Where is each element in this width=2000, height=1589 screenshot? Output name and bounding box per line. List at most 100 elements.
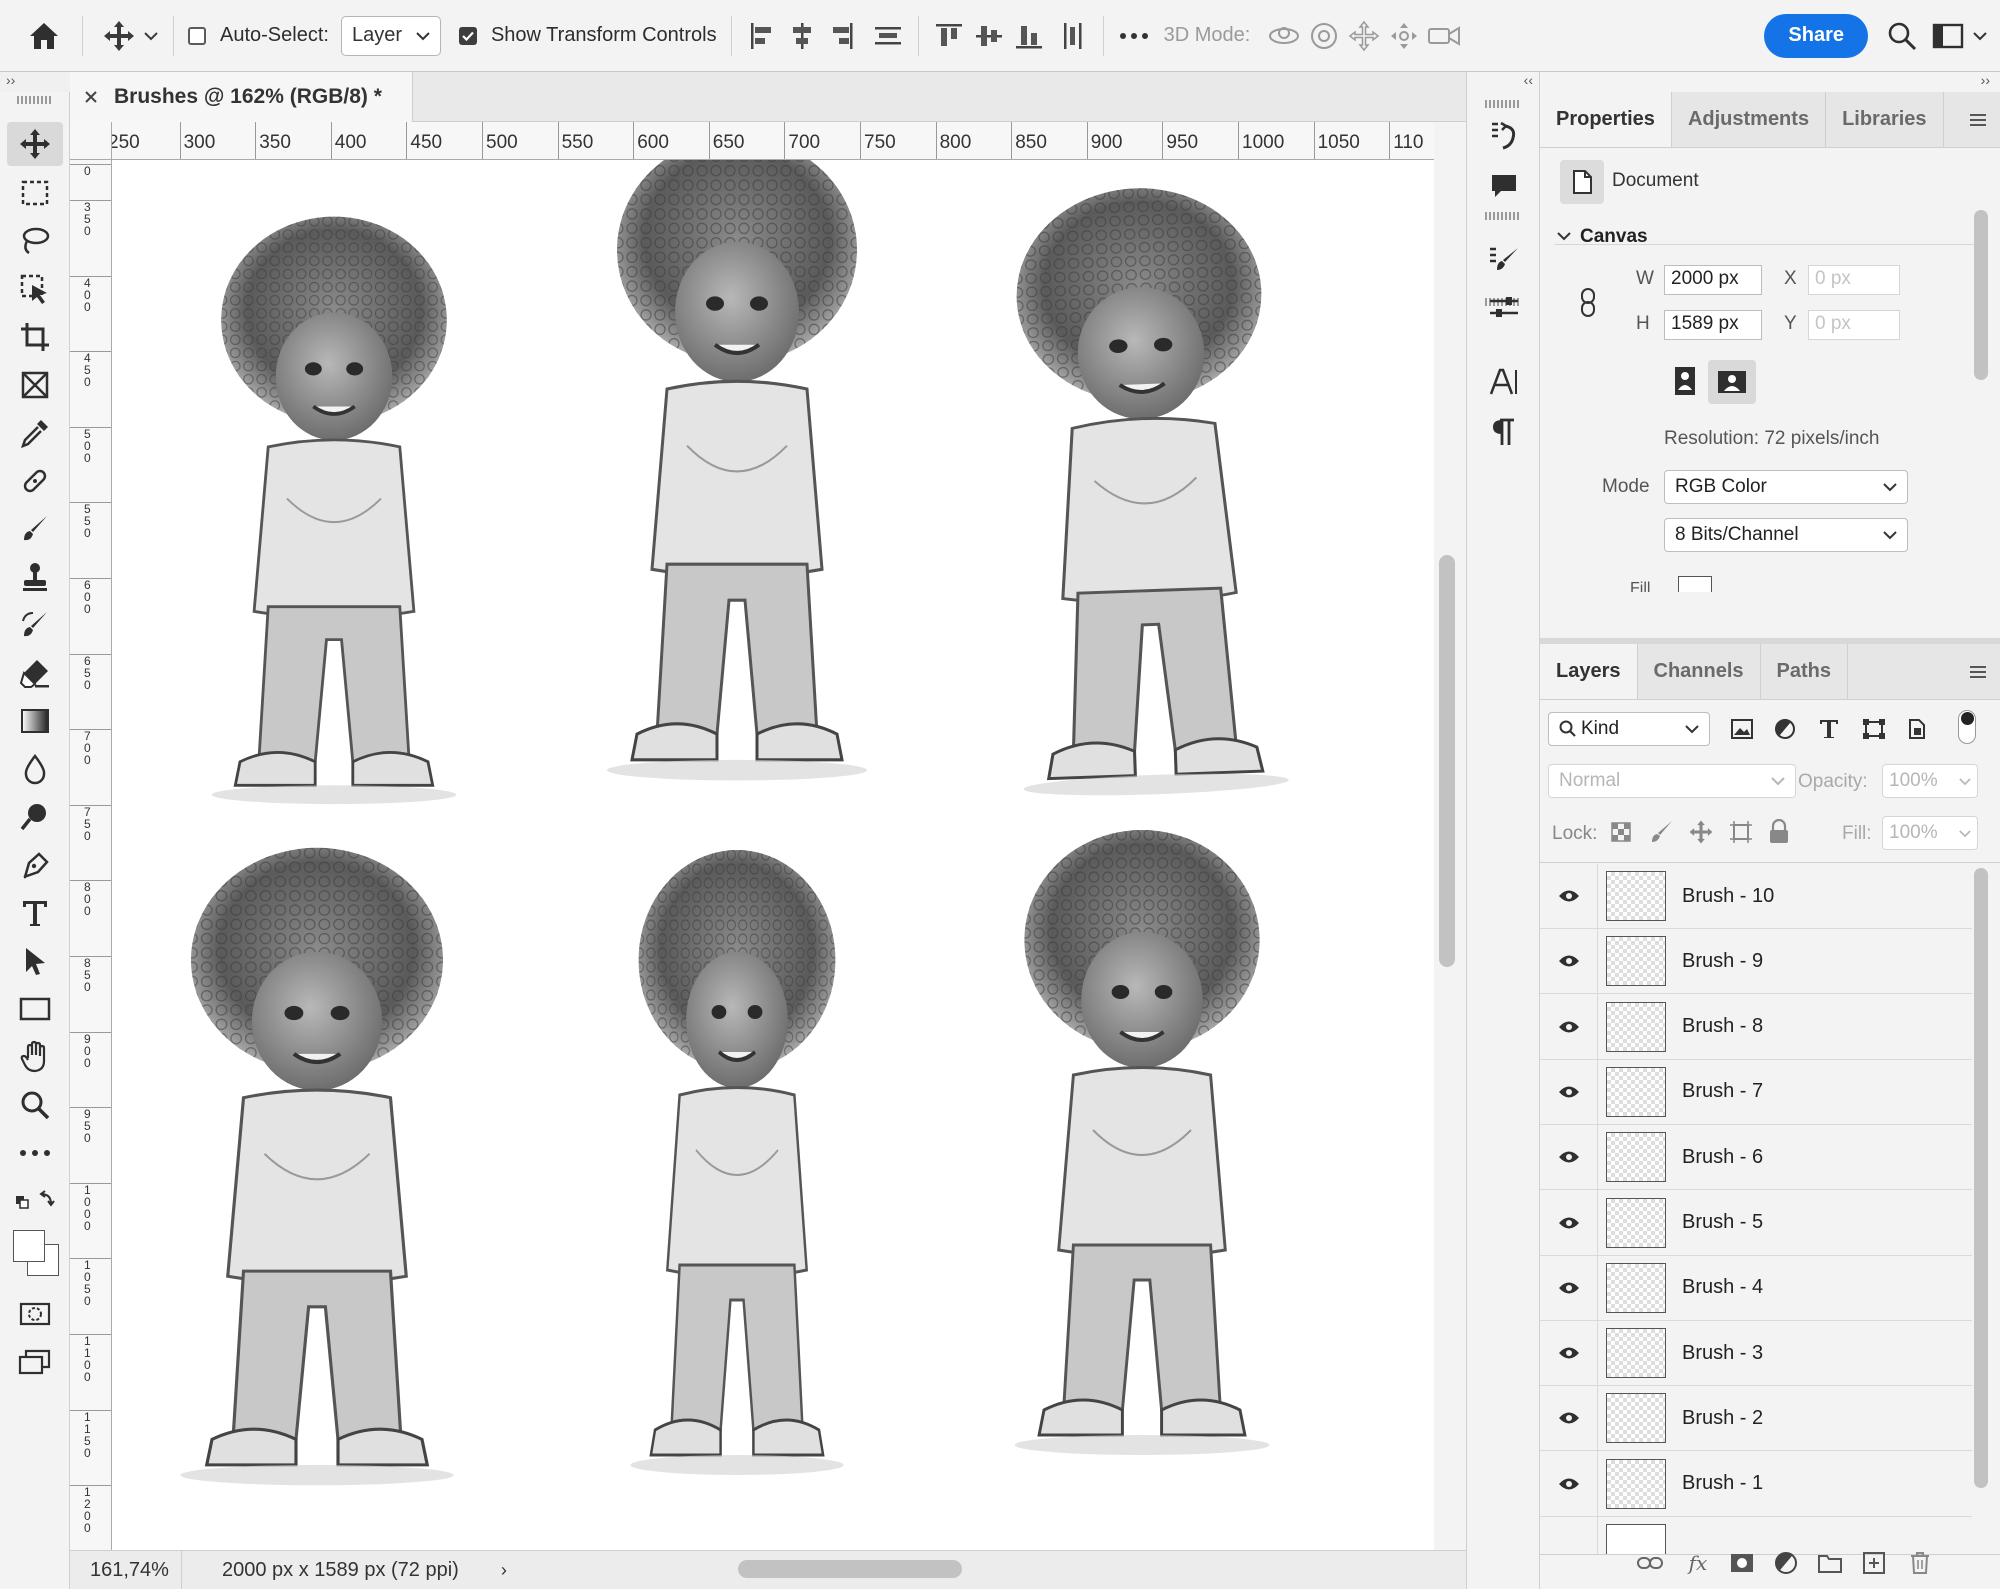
layer-visibility-eye-icon[interactable]: [1540, 1059, 1598, 1125]
align-left-edges-icon[interactable]: [742, 12, 782, 60]
panel-grip[interactable]: [16, 96, 53, 104]
move-tool-icon[interactable]: [7, 122, 63, 166]
spot-healing-brush-icon[interactable]: [7, 459, 63, 503]
blur-icon[interactable]: [7, 747, 63, 791]
horizontal-ruler[interactable]: 250 300 350 400 450 500 550 600 650 700 750 800 850 9…: [112, 122, 1434, 160]
swap-colors-icon[interactable]: [7, 1179, 63, 1223]
workspace-chevron-down-icon[interactable]: [1968, 12, 1992, 60]
properties-scroll-thumb[interactable]: [1974, 210, 1988, 380]
new-layer-icon[interactable]: [1856, 1548, 1892, 1578]
document-tab[interactable]: Brushes @ 162% (RGB/8) *: [70, 72, 413, 122]
layer-visibility-eye-icon[interactable]: [1540, 1190, 1598, 1255]
toolbar-collapse-icon[interactable]: ››: [0, 72, 70, 92]
filter-smart-object-icon[interactable]: [1906, 718, 1928, 746]
share-button[interactable]: Share: [1764, 13, 1868, 58]
status-info-chevron-right-icon[interactable]: ›: [501, 1560, 507, 1581]
3d-roll-icon[interactable]: [1304, 12, 1344, 60]
3d-camera-icon[interactable]: [1424, 12, 1464, 60]
link-layers-icon[interactable]: [1632, 1548, 1668, 1578]
layer-visibility-eye-icon[interactable]: [1540, 928, 1598, 994]
canvas-width-field[interactable]: 2000 px: [1664, 265, 1762, 295]
lock-all-icon[interactable]: [1768, 818, 1790, 851]
more-tools-icon[interactable]: [7, 1131, 63, 1175]
3d-pan-icon[interactable]: [1344, 12, 1384, 60]
vertical-ruler[interactable]: 0 350 400 450 500 550 600 650 700 750 800 850 900 950…: [70, 160, 112, 1550]
zoom-level-field[interactable]: 161,74%: [70, 1550, 182, 1589]
layer-row[interactable]: Brush - 7: [1540, 1059, 1972, 1125]
color-swatches[interactable]: [7, 1222, 63, 1282]
filter-type-layers-icon[interactable]: [1818, 718, 1840, 746]
blend-mode-dropdown[interactable]: Normal: [1548, 764, 1796, 798]
tab-paths[interactable]: Paths: [1761, 644, 1848, 699]
tool-presets-chevron-down-icon[interactable]: [139, 12, 163, 60]
brush-settings-panel-icon[interactable]: [1484, 240, 1524, 280]
lock-image-pixels-icon[interactable]: [1650, 819, 1674, 851]
fill-color-swatch[interactable]: [1678, 576, 1712, 592]
layer-row[interactable]: Brush - 2: [1540, 1385, 1972, 1452]
distribute-horizontal-icon[interactable]: [1053, 12, 1093, 60]
eyedropper-icon[interactable]: [7, 411, 63, 455]
tab-adjustments[interactable]: Adjustments: [1672, 92, 1827, 147]
canvas-y-field[interactable]: 0 px: [1808, 310, 1900, 340]
opacity-field[interactable]: 100%: [1882, 764, 1978, 798]
screen-mode-icon[interactable]: [7, 1340, 63, 1384]
type-tool-icon[interactable]: [7, 891, 63, 935]
expand-panels-icon[interactable]: ››: [1981, 72, 1990, 88]
brush-icon[interactable]: [7, 507, 63, 551]
frame-tool-icon[interactable]: [7, 363, 63, 407]
layer-row[interactable]: Brush - 5: [1540, 1190, 1972, 1256]
align-top-edges-icon[interactable]: [929, 12, 969, 60]
link-dimensions-icon[interactable]: [1578, 286, 1598, 320]
pen-icon[interactable]: [7, 843, 63, 887]
ruler-origin[interactable]: [70, 122, 112, 160]
move-tool-icon[interactable]: [99, 12, 139, 60]
landscape-orientation-icon[interactable]: [1708, 360, 1756, 404]
align-horizontal-centers-icon[interactable]: [782, 12, 822, 60]
clone-stamp-icon[interactable]: [7, 555, 63, 599]
lock-transparent-pixels-icon[interactable]: [1610, 821, 1632, 849]
layer-row[interactable]: Brush - 9: [1540, 928, 1972, 995]
layers-scroll-thumb[interactable]: [1974, 868, 1988, 1488]
crop-icon[interactable]: [7, 315, 63, 359]
auto-select-checkbox[interactable]: [188, 26, 206, 45]
home-icon[interactable]: [24, 12, 64, 60]
history-brush-icon[interactable]: [7, 603, 63, 647]
portrait-orientation-icon[interactable]: [1668, 364, 1702, 398]
rectangular-marquee-icon[interactable]: [7, 171, 63, 215]
distribute-vertical-icon[interactable]: [868, 12, 908, 60]
layer-visibility-eye-icon[interactable]: [1540, 1385, 1598, 1451]
tab-libraries[interactable]: Libraries: [1826, 92, 1944, 147]
layer-visibility-eye-icon[interactable]: [1540, 1255, 1598, 1321]
zoom-icon[interactable]: [7, 1083, 63, 1127]
tab-properties[interactable]: Properties: [1540, 92, 1672, 147]
auto-select-target-dropdown[interactable]: Layer: [340, 15, 441, 56]
layer-row[interactable]: Brush - 8: [1540, 994, 1972, 1060]
search-icon[interactable]: [1882, 12, 1922, 60]
lock-artboard-icon[interactable]: [1728, 819, 1754, 851]
show-transform-checkbox[interactable]: [458, 26, 477, 45]
layer-filter-kind-dropdown[interactable]: Kind: [1548, 712, 1710, 746]
object-selection-icon[interactable]: [7, 267, 63, 311]
bit-depth-dropdown[interactable]: 8 Bits/Channel: [1664, 518, 1908, 552]
lasso-icon[interactable]: [7, 219, 63, 263]
align-right-edges-icon[interactable]: [822, 12, 862, 60]
canvas-x-field[interactable]: 0 px: [1808, 265, 1900, 295]
canvas-height-field[interactable]: 1589 px: [1664, 310, 1762, 340]
3d-slide-icon[interactable]: [1384, 12, 1424, 60]
layer-visibility-eye-icon[interactable]: [1540, 994, 1598, 1060]
foreground-color-swatch[interactable]: [13, 1230, 45, 1262]
lock-position-icon[interactable]: [1688, 819, 1714, 851]
workspace-icon[interactable]: [1928, 12, 1968, 60]
filter-shape-layers-icon[interactable]: [1862, 718, 1886, 746]
rectangle-shape-icon[interactable]: [7, 987, 63, 1031]
filter-adjustment-layers-icon[interactable]: [1774, 718, 1796, 746]
layer-row[interactable]: Brush - 10: [1540, 864, 1972, 929]
comments-panel-icon[interactable]: [1484, 166, 1524, 206]
fill-opacity-field[interactable]: 100%: [1882, 816, 1978, 850]
collapse-panels-icon[interactable]: ‹‹: [1524, 72, 1533, 88]
panel-grip[interactable]: [1485, 212, 1521, 220]
tab-layers[interactable]: Layers: [1540, 644, 1638, 699]
quick-mask-icon[interactable]: [7, 1292, 63, 1336]
close-tab-icon[interactable]: [84, 90, 98, 104]
layers-panel-menu-icon[interactable]: [1956, 644, 2000, 699]
